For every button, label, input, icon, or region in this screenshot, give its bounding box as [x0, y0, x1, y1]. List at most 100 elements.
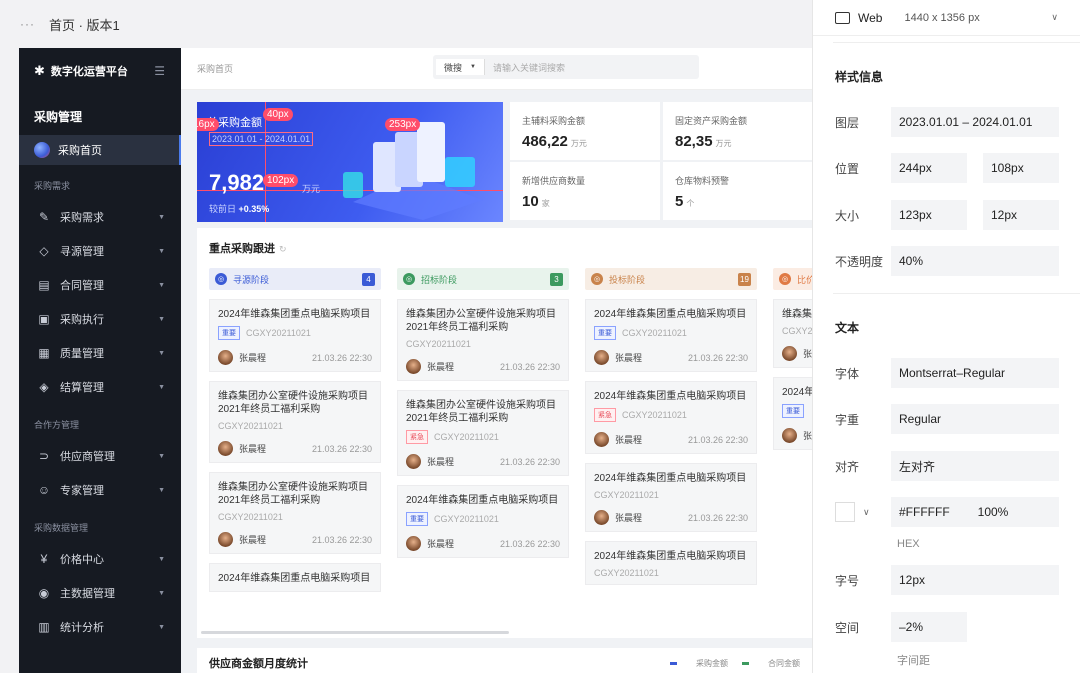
breadcrumb[interactable]: 采购首页: [197, 62, 233, 75]
sidebar-item[interactable]: ¥ 价格中心 ▼: [19, 542, 181, 576]
monthly-panel: 供应商金额月度统计 采购金额 合同金额: [197, 648, 812, 673]
priority-tag: 紧急: [594, 408, 616, 422]
position-row: 位置 244px 108px: [835, 153, 1059, 183]
platform-label: Web: [858, 10, 883, 25]
hero-date-range[interactable]: 2023.01.01 - 2024.01.01: [209, 132, 314, 146]
hero-card[interactable]: 总采购金额 2023.01.01 - 2024.01.01 7,982 万元 较…: [197, 102, 503, 222]
more-icon[interactable]: ···: [20, 17, 35, 31]
horizontal-scrollbar[interactable]: [201, 631, 509, 634]
column-header[interactable]: ◎ 招标阶段 3: [397, 268, 569, 290]
card-time: 21.03.26 22:30: [311, 352, 372, 363]
project-card[interactable]: 2024年维森集团重点电脑采购项目 重要 CGXY20211021 张晨程 21.03.…: [209, 299, 381, 372]
align-label: 对齐: [835, 459, 860, 474]
database-icon: ◉: [38, 586, 50, 600]
card-footer: 张: [782, 428, 812, 443]
sidebar-item-label: 采购首页: [58, 145, 102, 157]
card-meta: 重要 CGXY20211021: [406, 512, 560, 526]
project-card[interactable]: 维森集团办公室硬件设施采购项目2021年终员工福利采购 CGXY20211021 张…: [209, 472, 381, 554]
column-header[interactable]: ◎ 寻源阶段 4: [209, 268, 381, 290]
panel-title: 重点采购跟进 ↻: [209, 240, 287, 256]
project-card[interactable]: 2024年维森集团重点电脑采购项目 重要 CGXY20211021 张晨程 21.03.…: [585, 299, 757, 372]
spacing-field[interactable]: –2%: [891, 612, 967, 642]
priority-tag: 重要: [594, 326, 616, 340]
card-meta: CGXY20211021: [218, 512, 372, 522]
stat-value: 5: [675, 193, 684, 210]
stat-value: 486,22: [522, 133, 568, 150]
chevron-down-icon[interactable]: ∨: [863, 507, 891, 518]
card-time: 21.03.26 22:30: [687, 434, 748, 445]
column-header[interactable]: ◎ 比价: [773, 268, 812, 290]
chevron-down-icon: ▼: [158, 452, 165, 460]
height-field[interactable]: 12px: [983, 200, 1059, 230]
card-time: 21.03.26 22:30: [499, 361, 560, 372]
sidebar-item[interactable]: ▦ 质量管理 ▼: [19, 336, 181, 370]
divider: [833, 42, 1080, 43]
stat-card[interactable]: 主辅料采购金额 486,22 万元: [510, 102, 660, 160]
card-title: 2024年: [782, 387, 812, 398]
stat-label: 固定资产采购金额: [675, 116, 748, 126]
sidebar-item-label: 合同管理: [60, 280, 104, 292]
project-card[interactable]: 2024年维森集团重点电脑采购项目 紧急 CGXY20211021 张晨程 21.03.…: [585, 381, 757, 454]
font-field[interactable]: Montserrat–Regular: [891, 358, 1059, 388]
card-time: 21.03.26 22:30: [499, 538, 560, 549]
project-card[interactable]: 2024年维森集团重点电脑采购项目 CGXY20211021: [585, 541, 757, 585]
project-card[interactable]: 维森集团办公室硬件设施采购项目2021年终员工福利采购 CGXY20211021 张…: [397, 299, 569, 381]
width-field[interactable]: 123px: [891, 200, 967, 230]
legend-item[interactable]: 采购金额: [670, 658, 728, 669]
project-card[interactable]: 2024年维森集团重点电脑采购项目 CGXY20211021 张晨程 21.03.26…: [585, 463, 757, 532]
legend-item[interactable]: 合同金额: [742, 658, 800, 669]
project-card[interactable]: 维森集团办公室硬件设施采购项目2021年终员工福利采购 CGXY20211021 张…: [209, 381, 381, 463]
sidebar-item[interactable]: ▣ 采购执行 ▼: [19, 302, 181, 336]
chevron-down-icon: ▼: [158, 486, 165, 494]
sidebar-item[interactable]: ◈ 结算管理 ▼: [19, 370, 181, 404]
project-card[interactable]: 2024年维森集团重点电脑采购项目 重要 CGXY20211021 张晨程 21.03.…: [397, 485, 569, 558]
sidebar-item[interactable]: ▥ 统计分析 ▼: [19, 610, 181, 644]
weight-field[interactable]: Regular: [891, 404, 1059, 434]
project-card[interactable]: 2024年维森集团重点电脑采购项目: [209, 563, 381, 592]
stat-card[interactable]: 仓库物料预警 5个: [663, 162, 812, 220]
stat-card[interactable]: 新增供应商数量 10 家: [510, 162, 660, 220]
sidebar-item[interactable]: ☺ 专家管理 ▼: [19, 473, 181, 507]
legend-label: 采购金额: [696, 658, 728, 668]
project-code: CGXY20211021: [434, 514, 499, 524]
card-meta: CGXY2: [782, 326, 812, 336]
sidebar-item[interactable]: ◇ 寻源管理 ▼: [19, 234, 181, 268]
align-field[interactable]: 左对齐: [891, 451, 1059, 481]
project-card[interactable]: 维森集团办公室硬件设施采购项目2021年终员工福利采购 紧急 CGXY2021102…: [397, 390, 569, 476]
stat-card[interactable]: 固定资产采购金额 82,35 万元: [663, 102, 812, 160]
position-x-field[interactable]: 244px: [891, 153, 967, 183]
sidebar-item-home[interactable]: 采购首页: [19, 135, 181, 165]
stat-unit: 家: [541, 199, 550, 208]
sidebar-item[interactable]: ▤ 合同管理 ▼: [19, 268, 181, 302]
search-type-select[interactable]: 微搜 ▼: [436, 59, 485, 75]
canvas-title: 首页 · 版本1: [49, 17, 120, 33]
sidebar-item[interactable]: ⊃ 供应商管理 ▼: [19, 439, 181, 473]
opacity-field[interactable]: 40%: [891, 246, 1059, 276]
platform-select[interactable]: Web 1440 x 1356 px ∨: [813, 0, 1080, 36]
search-bar: 微搜 ▼ 请输入关键词搜索: [433, 55, 699, 79]
sidebar-item[interactable]: ◉ 主数据管理 ▼: [19, 576, 181, 610]
sidebar-item[interactable]: ✎ 采购需求 ▼: [19, 200, 181, 234]
font-size-field[interactable]: 12px: [891, 565, 1059, 595]
stat-value: 82,35: [675, 133, 713, 150]
collapse-icon[interactable]: ☰: [154, 64, 165, 78]
stage-icon: ◎: [215, 273, 227, 285]
owner-name: 张晨程: [239, 535, 267, 545]
color-row: ∨ #FFFFFF 100%: [835, 497, 1059, 527]
owner-name: 张晨程: [615, 435, 643, 445]
column-header[interactable]: ◎ 投标阶段 19: [585, 268, 757, 290]
section-label: 合作方管理: [34, 420, 80, 430]
refresh-icon[interactable]: ↻: [279, 244, 287, 254]
color-swatch[interactable]: [835, 502, 855, 522]
color-field[interactable]: #FFFFFF 100%: [891, 497, 1059, 527]
project-card[interactable]: 2024年 重要张: [773, 377, 812, 450]
project-code: CGXY2: [782, 326, 812, 336]
project-card[interactable]: 维森集团办公室硬件设施采购项目 CGXY2 张: [773, 299, 812, 368]
position-y-field[interactable]: 108px: [983, 153, 1059, 183]
layer-label: 图层: [835, 115, 860, 130]
layer-field[interactable]: 2023.01.01 – 2024.01.01: [891, 107, 1059, 137]
project-code: CGXY20211021: [434, 432, 499, 442]
search-input[interactable]: 请输入关键词搜索: [485, 61, 565, 74]
chevron-down-icon: ▼: [158, 213, 165, 221]
opacity-label: 不透明度: [835, 254, 884, 269]
